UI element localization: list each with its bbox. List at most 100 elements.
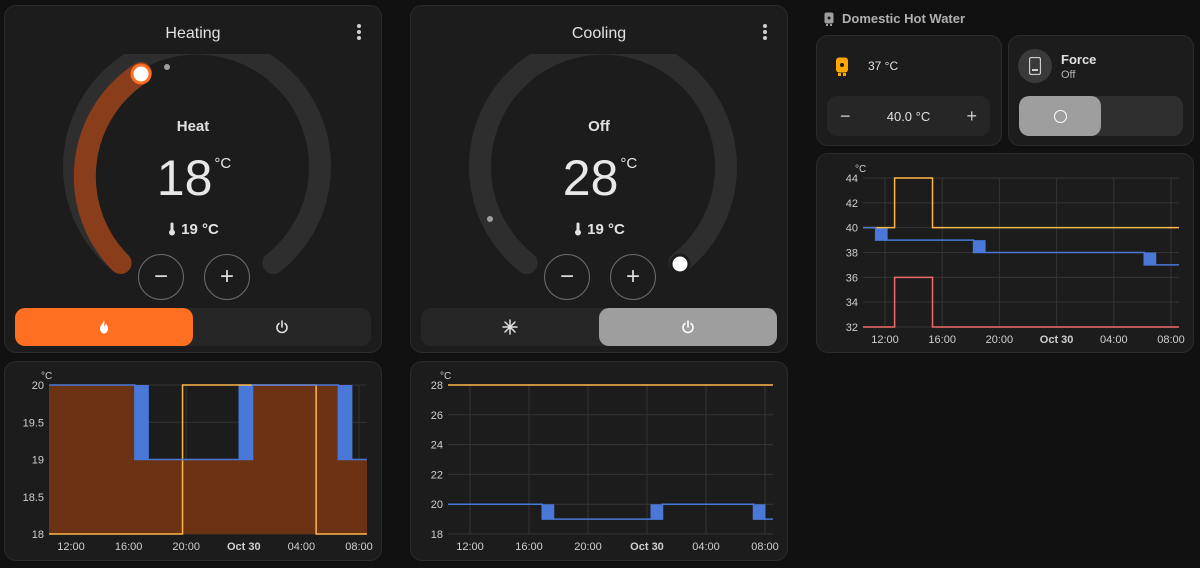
dhw-title: Domestic Hot Water — [842, 11, 966, 26]
minus-icon: − — [559, 263, 574, 290]
x-tick-label: Oct 30 — [227, 541, 261, 553]
force-toggle[interactable] — [1019, 96, 1183, 136]
y-tick-label: 44 — [846, 173, 858, 185]
dhw-decrease-button[interactable]: − — [840, 106, 851, 127]
heating-target-unit: °C — [214, 155, 232, 172]
x-tick-label: Oct 30 — [1040, 334, 1074, 346]
power-icon — [276, 320, 288, 334]
dhw-target-stepper: − 40.0 °C + — [827, 96, 990, 136]
cooling-more-options-icon[interactable] — [761, 24, 769, 42]
plus-icon: + — [625, 263, 640, 290]
x-tick-label: 12:00 — [871, 334, 899, 346]
dhw-history-card: °C 44 42 40 38 36 34 32 12:00 16:00 20:00 Oct 30 04:… — [816, 153, 1194, 353]
dhw-thermostat-card: 37 °C − 40.0 °C + — [816, 35, 1002, 146]
x-tick-label: 12:00 — [57, 541, 85, 553]
x-tick-label: Oct 30 — [630, 541, 664, 553]
y-tick-label: 19.5 — [23, 417, 44, 429]
x-tick-label: 08:00 — [751, 541, 779, 553]
heating-dial-current-marker — [164, 64, 170, 70]
off-circle-icon — [1053, 109, 1067, 123]
dhw-increase-button[interactable]: + — [966, 106, 977, 127]
heating-title: Heating — [165, 25, 221, 42]
series-step-band — [542, 504, 766, 520]
y-tick-label: 20 — [32, 380, 44, 392]
force-state: Off — [1061, 69, 1076, 81]
x-tick-label: 16:00 — [928, 334, 956, 346]
x-tick-label: 04:00 — [288, 541, 316, 553]
x-tick-label: 04:00 — [1100, 334, 1128, 346]
y-tick-label: 24 — [431, 440, 443, 452]
heating-current-temperature: 19 °C — [5, 221, 381, 238]
cooling-current-temperature: 19 °C — [411, 221, 787, 238]
water-boiler-icon — [836, 57, 848, 76]
heating-current-value: 19 °C — [181, 221, 219, 238]
heating-mode-off-button[interactable] — [193, 308, 371, 346]
heating-mode-label: Heat — [176, 118, 210, 135]
heating-history-chart: °C2019.51918.51812:00 16:00 20:00 Oct 30 04:… — [23, 371, 373, 553]
heating-dial-setpoint-handle — [130, 63, 152, 85]
y-tick-label: 20 — [431, 499, 443, 511]
force-label: Force — [1061, 52, 1097, 67]
dhw-history-chart: °C4442403836343212:00 16:00 20:00 Oct 30 04:… — [846, 164, 1185, 346]
x-tick-label: 08:00 — [345, 541, 373, 553]
heating-increase-button[interactable]: + — [204, 254, 250, 300]
x-tick-label: 12:00 — [456, 541, 484, 553]
series-line — [863, 226, 1179, 266]
cooling-mode-cool-button[interactable] — [421, 308, 599, 346]
cooling-dial-setpoint-handle — [669, 253, 691, 275]
cooling-thermostat-card: Cooling Off 28 °C 19 °C − + — [410, 5, 788, 353]
cooling-history-card: °C 28 26 24 22 20 18 12:00 16:00 20:00 Oct 30 04:00… — [410, 361, 788, 561]
cooling-title: Cooling — [571, 25, 627, 42]
y-tick-label: 26 — [431, 410, 443, 422]
y-tick-label: 40 — [846, 223, 858, 235]
cooling-mode-off-button[interactable] — [599, 308, 777, 346]
thermometer-icon — [575, 222, 582, 236]
cooling-history-chart: °C28262422201812:00 16:00 20:00 Oct 30 04:00… — [431, 371, 779, 553]
heating-mode-selector — [15, 308, 371, 346]
y-tick-label: 38 — [846, 248, 858, 260]
force-toggle-knob[interactable] — [1019, 96, 1101, 136]
cooling-mode-selector — [421, 308, 777, 346]
heating-thermostat-card: Heating Heat 18 °C 19 °C − + — [4, 5, 382, 353]
y-tick-label: 34 — [846, 297, 858, 309]
x-tick-label: 20:00 — [986, 334, 1014, 346]
y-tick-label: 32 — [846, 322, 858, 334]
dhw-section-header: Domestic Hot Water — [824, 11, 965, 26]
x-tick-label: 04:00 — [692, 541, 720, 553]
x-tick-label: 16:00 — [515, 541, 543, 553]
dhw-current-temperature: 37 °C — [868, 59, 899, 73]
x-tick-label: 20:00 — [574, 541, 602, 553]
x-tick-label: 16:00 — [115, 541, 143, 553]
cooling-target-temperature: 28 °C — [411, 149, 787, 207]
cooling-target-unit: °C — [620, 155, 638, 172]
y-tick-label: 18 — [32, 529, 44, 541]
y-tick-label: 18 — [431, 529, 443, 541]
heating-more-options-icon[interactable] — [355, 24, 363, 42]
y-tick-label: 22 — [431, 469, 443, 481]
heating-history-card: °C 20 19.5 19 18.5 18 12:00 16:00 20:00 Oct 30 04:… — [4, 361, 382, 561]
cooling-target-value: 28 — [562, 150, 619, 206]
y-tick-label: 28 — [431, 380, 443, 392]
heating-decrease-button[interactable]: − — [138, 254, 184, 300]
heating-target-value: 18 — [156, 150, 213, 206]
power-icon — [682, 320, 694, 334]
force-icon-badge — [1018, 49, 1052, 83]
heating-target-temperature: 18 °C — [5, 149, 381, 207]
y-tick-label: 36 — [846, 272, 858, 284]
y-tick-label: 18.5 — [23, 492, 44, 504]
x-tick-label: 20:00 — [172, 541, 200, 553]
cooling-decrease-button[interactable]: − — [544, 254, 590, 300]
dhw-force-card: Force Off — [1008, 35, 1194, 146]
dhw-target-value: 40.0 °C — [886, 108, 931, 124]
heating-mode-heat-button[interactable] — [15, 308, 193, 346]
plus-icon: + — [219, 263, 234, 290]
flame-icon — [100, 320, 108, 334]
cooling-current-value: 19 °C — [587, 221, 625, 238]
x-tick-label: 08:00 — [1157, 334, 1185, 346]
water-heater-off-icon — [1029, 57, 1041, 75]
cooling-increase-button[interactable]: + — [610, 254, 656, 300]
minus-icon: − — [153, 263, 168, 290]
series-line — [448, 503, 773, 520]
y-tick-label: 42 — [846, 198, 858, 210]
thermometer-icon — [169, 222, 176, 236]
